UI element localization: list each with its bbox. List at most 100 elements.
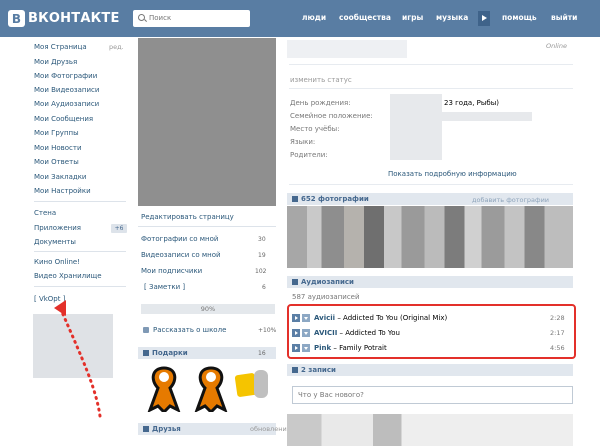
track-title[interactable]: Addicted To You	[345, 329, 400, 337]
menu-answers[interactable]: Мои Ответы	[34, 158, 79, 166]
vk-logo-text: ВКОНТАКТЕ	[28, 11, 120, 26]
gifts-count: 16	[258, 350, 266, 357]
track-duration: 2:28	[550, 314, 565, 322]
menu-settings[interactable]: Мои Настройки	[34, 187, 91, 195]
change-status-link[interactable]: изменить статус	[290, 76, 352, 84]
play-icon[interactable]	[292, 329, 300, 337]
menu-photos[interactable]: Мои Фотографии	[34, 72, 97, 80]
notes-link[interactable]: [ Заметки ]	[144, 283, 185, 291]
track-artist[interactable]: Pink	[314, 344, 331, 352]
dotted-arrow-annotation	[54, 300, 102, 418]
profile-avatar[interactable]	[138, 38, 276, 206]
info-label-parents: Родители:	[290, 151, 328, 159]
search-input[interactable]	[149, 10, 247, 25]
info-label-languages: Языки:	[290, 138, 316, 146]
audio-count: 587 аудиозаписей	[292, 293, 360, 301]
wall-header[interactable]: 2 записи	[287, 364, 573, 376]
nav-music[interactable]: музыка	[436, 13, 468, 22]
info-label-birthday: День рождения:	[290, 99, 351, 107]
audio-header[interactable]: Аудиозаписи	[287, 276, 573, 288]
gift-ribbon-image[interactable]	[193, 366, 229, 412]
online-status: Online	[546, 42, 567, 50]
nav-people[interactable]: люди	[302, 13, 326, 22]
friends-updates-link[interactable]: обновления	[250, 425, 291, 433]
videos-with-me-link[interactable]: Видеозаписи со мной	[141, 251, 221, 259]
wall-post-input[interactable]: Что у Вас нового?	[292, 386, 573, 404]
add-track-icon[interactable]	[302, 344, 310, 352]
music-play-icon[interactable]	[478, 11, 490, 26]
menu-audio[interactable]: Мои Аудиозаписи	[34, 100, 99, 108]
menu-divider	[34, 201, 126, 202]
gifts-title: Подарки	[152, 349, 188, 357]
gift-icon	[143, 350, 149, 356]
school-icon	[143, 327, 149, 333]
track-duration: 2:17	[550, 329, 565, 337]
menu-divider	[34, 251, 126, 252]
profile-name	[287, 40, 407, 58]
gift-ribbon-image[interactable]	[146, 366, 182, 412]
photos-strip[interactable]	[287, 206, 573, 268]
audio-title: Аудиозаписи	[301, 278, 354, 286]
gift-cartoon-image[interactable]	[234, 368, 272, 408]
play-icon[interactable]	[292, 344, 300, 352]
add-track-icon[interactable]	[302, 329, 310, 337]
search-box[interactable]	[133, 10, 250, 27]
menu-messages[interactable]: Мои Сообщения	[34, 115, 93, 123]
edit-page-link[interactable]: Редактировать страницу	[141, 213, 234, 221]
info-label-relationship: Семейное положение:	[290, 112, 373, 120]
nav-communities[interactable]: сообщества	[339, 13, 391, 22]
track-dash: –	[331, 344, 340, 352]
nav-games[interactable]: игры	[402, 13, 423, 22]
track-title[interactable]: Addicted To You (Original Mix)	[343, 314, 447, 322]
menu-videos[interactable]: Мои Видеозаписи	[34, 86, 99, 94]
photos-title: 652 фотографии	[301, 195, 369, 203]
birthday-value: 23 года, Рыбы)	[444, 99, 499, 107]
menu-edit-link[interactable]: ред.	[109, 43, 124, 51]
audio-track-row[interactable]: Avicii – Addicted To You (Original Mix) …	[292, 313, 570, 323]
stat-count: 30	[258, 236, 266, 243]
track-artist[interactable]: Avicii	[314, 314, 335, 322]
photos-with-me-link[interactable]: Фотографии со мной	[141, 235, 218, 243]
vk-logo-icon: В	[8, 10, 25, 27]
wall-title: 2 записи	[301, 366, 336, 374]
friends-title: Друзья	[152, 425, 181, 433]
menu-news[interactable]: Мои Новости	[34, 144, 82, 152]
add-photos-link[interactable]: добавить фотографии	[472, 196, 549, 204]
menu-my-page[interactable]: Моя Страница	[34, 43, 87, 51]
menu-apps[interactable]: Приложения	[34, 224, 81, 232]
track-dash: –	[335, 314, 344, 322]
track-artist[interactable]: AVICII	[314, 329, 337, 337]
menu-friends[interactable]: Мои Друзья	[34, 58, 77, 66]
menu-documents[interactable]: Документы	[34, 238, 76, 246]
menu-kino-online[interactable]: Кино Online!	[34, 258, 80, 266]
divider	[138, 226, 276, 227]
stat-count: 6	[262, 284, 266, 291]
audio-track-row[interactable]: Pink – Family Potrait 4:56	[292, 343, 570, 353]
menu-video-storage[interactable]: Видео Хранилище	[34, 272, 102, 280]
divider	[289, 184, 573, 185]
wall-icon	[292, 367, 298, 373]
menu-groups[interactable]: Мои Группы	[34, 129, 79, 137]
blurred-info-values	[442, 112, 532, 121]
menu-divider	[34, 286, 126, 287]
gifts-header[interactable]: Подарки	[138, 347, 276, 359]
photos-icon	[292, 196, 298, 202]
apps-count-badge: +6	[111, 224, 127, 233]
play-icon[interactable]	[292, 314, 300, 322]
school-percent: +10%	[258, 327, 277, 334]
audio-track-row[interactable]: AVICII – Addicted To You 2:17	[292, 328, 570, 338]
menu-wall[interactable]: Стена	[34, 209, 56, 217]
stat-count: 19	[258, 252, 266, 259]
tell-about-school-link[interactable]: Рассказать о школе	[153, 326, 226, 334]
menu-bookmarks[interactable]: Мои Закладки	[34, 173, 86, 181]
track-title[interactable]: Family Potrait	[339, 344, 387, 352]
nav-logout[interactable]: выйти	[551, 13, 577, 22]
divider	[289, 64, 573, 65]
info-label-school: Место учёбы:	[290, 125, 340, 133]
show-more-info-link[interactable]: Показать подробную информацию	[388, 170, 517, 178]
add-track-icon[interactable]	[302, 314, 310, 322]
music-icon	[292, 279, 298, 285]
vk-logo[interactable]: В ВКОНТАКТЕ	[8, 10, 120, 27]
followers-link[interactable]: Мои подписчики	[141, 267, 202, 275]
nav-help[interactable]: помощь	[502, 13, 537, 22]
